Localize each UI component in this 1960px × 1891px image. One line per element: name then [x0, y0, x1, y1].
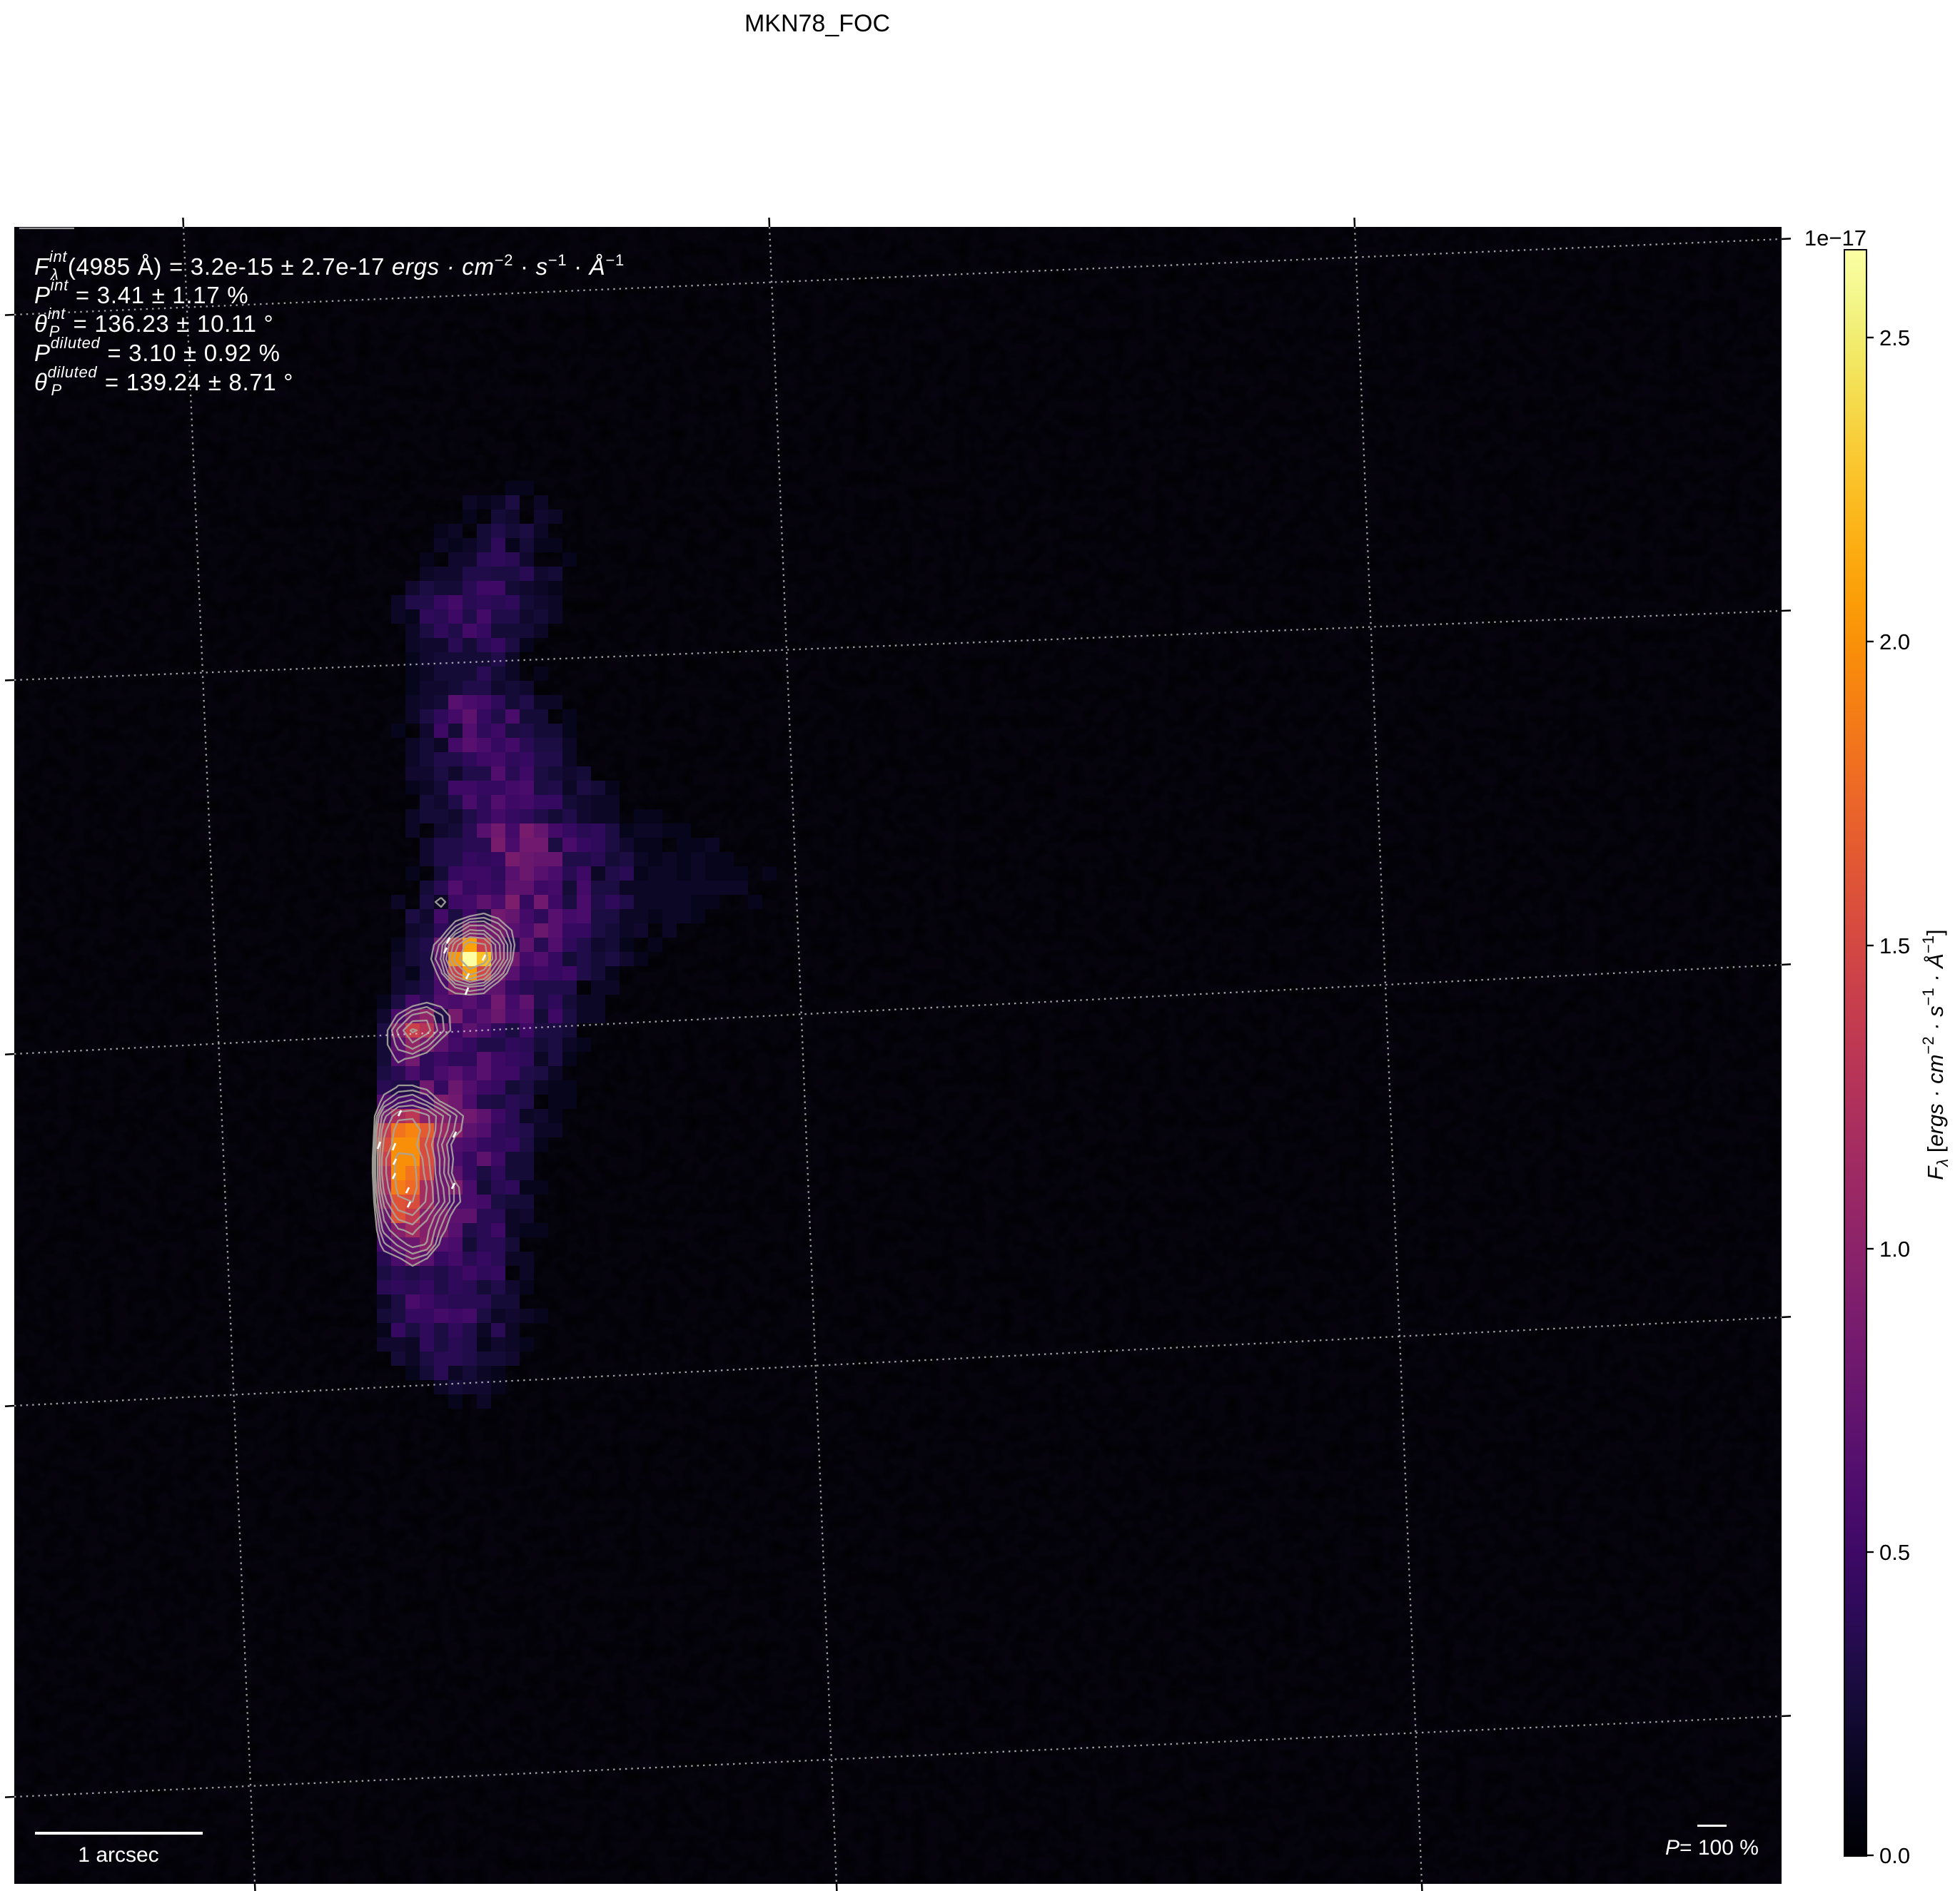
svg-text:Fλ [ergs · cm−2 · s−1 · Å−1]: Fλ [ergs · cm−2 · s−1 · Å−1]	[1919, 929, 1951, 1180]
svg-text:1e−17: 1e−17	[1804, 225, 1866, 250]
svg-text:1.0: 1.0	[1879, 1237, 1910, 1262]
svg-text:1.5: 1.5	[1879, 933, 1910, 958]
svg-text:2.0: 2.0	[1879, 629, 1910, 654]
svg-text:1 arcsec: 1 arcsec	[78, 1843, 158, 1867]
svg-text:MKN78_FOC: MKN78_FOC	[744, 10, 890, 37]
svg-text:P= 100 %: P= 100 %	[1665, 1836, 1759, 1860]
svg-text:2.5: 2.5	[1879, 325, 1910, 350]
svg-text:Fintλ(4985 Å) = 3.2e-15 ± 2.7e: Fint λ (4985 Å) = 3.2e-15 ± 2.7e-17 ergs ·…	[34, 248, 625, 283]
svg-text:0.0: 0.0	[1879, 1843, 1910, 1868]
svg-text:0.5: 0.5	[1879, 1540, 1910, 1565]
